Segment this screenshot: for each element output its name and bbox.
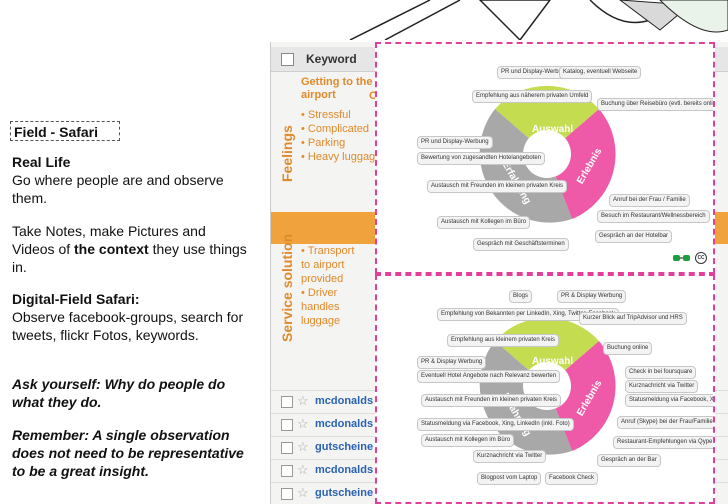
- journey-note: Blogs: [509, 290, 533, 303]
- journey-note: Statusmeldung via Facebook, Xing, Linked…: [417, 418, 574, 431]
- row-checkbox[interactable]: [281, 442, 293, 454]
- digital-heading: Digital-Field Safari:: [12, 291, 140, 307]
- row-checkbox[interactable]: [281, 488, 293, 500]
- star-icon[interactable]: ☆: [297, 462, 309, 478]
- star-icon[interactable]: ☆: [297, 485, 309, 501]
- keyword-column-header: Keyword: [306, 52, 357, 66]
- segment-label-auswahl: Auswahl: [532, 356, 573, 367]
- journey-note: Kurzer Blick auf TripAdvisor und HRS: [579, 312, 687, 325]
- feeling-item: • Heavy luggage: [301, 151, 382, 163]
- row-checkbox[interactable]: [281, 465, 293, 477]
- diagram-card-top: Auswahl Erfahrung Erlebnis PR und Displa…: [375, 42, 715, 274]
- feeling-item: • Complicated: [301, 123, 370, 135]
- feeling-item: • Stressful: [301, 109, 351, 121]
- header-checkbox[interactable]: [281, 53, 294, 66]
- journey-note: PR & Display Werbung: [417, 356, 487, 369]
- journey-note: Besuch im Restaurant/Wellnessbereich: [597, 210, 710, 223]
- journey-note: Buchung über Reisebüro (evtl. bereits on…: [597, 98, 713, 111]
- journey-note: Austausch mit Freunden im kleinen privat…: [421, 394, 562, 407]
- feelings-list: • Stressful • Complicated • Parking • He…: [301, 108, 381, 164]
- notes-section: Take Notes, make Pictures and Videos of …: [12, 222, 252, 276]
- journey-note: Eventuell Hotel Angebote nach Relevanz b…: [417, 370, 561, 383]
- journey-note: Austausch mit Kollegen im Büro: [437, 216, 531, 229]
- segment-label-auswahl: Auswahl: [532, 124, 573, 135]
- journey-note: PR und Display-Werbung: [417, 136, 493, 149]
- decorative-sketch: [349, 0, 728, 40]
- real-life-body: Go where people are and observe them.: [12, 172, 224, 206]
- journey-note: Gespräch mit Geschäftsterminen: [473, 238, 569, 251]
- digital-section: Digital-Field Safari: Observe facebook-g…: [12, 290, 252, 344]
- journey-note: Check in bei foursquare: [625, 366, 697, 379]
- digital-body: Observe facebook-groups, search for twee…: [12, 309, 244, 343]
- notes-emphasis: the context: [74, 241, 149, 257]
- journey-note: Kurznachricht via Twitter: [625, 380, 699, 393]
- journey-note: Austausch mit Freunden im kleinen privat…: [427, 180, 568, 193]
- panel-title: Field - Safari: [10, 121, 120, 141]
- journey-note: Kurznachricht via Twitter: [473, 450, 547, 463]
- feeling-item: • Parking: [301, 137, 346, 149]
- remember-text: Remember: A single observation does not …: [12, 427, 244, 479]
- row-checkbox[interactable]: [281, 419, 293, 431]
- ask-yourself-text: Ask yourself: Why do people do what they…: [12, 376, 226, 410]
- journey-note: Katalog, eventuell Webseite: [559, 66, 642, 79]
- journey-note: Bewertung von zugesandten Hotelangeboten: [417, 152, 546, 165]
- journey-note: PR & Display Werbung: [557, 290, 627, 303]
- journey-note: Buchung online: [603, 342, 653, 355]
- journey-note: Gespräch an der Bar: [597, 454, 661, 467]
- journey-note: Restaurant-Empfehlungen via Qype für iPh…: [613, 436, 713, 449]
- creative-commons-icon: cc: [695, 252, 707, 264]
- journey-note: Empfehlung aus näherem privaten Umfeld: [472, 90, 593, 103]
- service-list: • Transport to airport provided • Driver…: [301, 244, 361, 328]
- glasses-icon: [673, 255, 690, 261]
- search-term: mcdonalds: [315, 464, 374, 476]
- journey-note: Austausch mit Kollegen im Büro: [421, 434, 515, 447]
- journey-note: Anruf (Skype) bei der Frau/Familie: [617, 416, 713, 429]
- star-icon[interactable]: ☆: [297, 416, 309, 432]
- service-item: • Driver handles luggage: [301, 287, 341, 327]
- real-life-heading: Real Life: [12, 154, 71, 170]
- service-item: • Transport to airport provided: [301, 245, 355, 285]
- feelings-label: Feelings: [279, 125, 295, 182]
- journey-note: Statusmeldung via Facebook, Xing, Linked…: [625, 394, 713, 407]
- star-icon[interactable]: ☆: [297, 439, 309, 455]
- real-life-section: Real Life Go where people are and observ…: [12, 153, 252, 207]
- journey-note: Gespräch an der Hotelbar: [595, 230, 673, 243]
- star-icon[interactable]: ☆: [297, 393, 309, 409]
- row-checkbox[interactable]: [281, 396, 293, 408]
- diagram-card-bottom: Auswahl Erfahrung Erlebnis Blogs PR & Di…: [375, 274, 715, 504]
- journey-note: Facebook Check: [545, 472, 599, 485]
- service-solution-label: Service solution: [279, 233, 295, 342]
- journey-note: Anruf bei der Frau / Familie: [609, 194, 690, 207]
- journey-note: Blogpost vom Laptop: [477, 472, 542, 485]
- journey-note: Empfehlung aus kleinem privaten Kreis: [447, 334, 560, 347]
